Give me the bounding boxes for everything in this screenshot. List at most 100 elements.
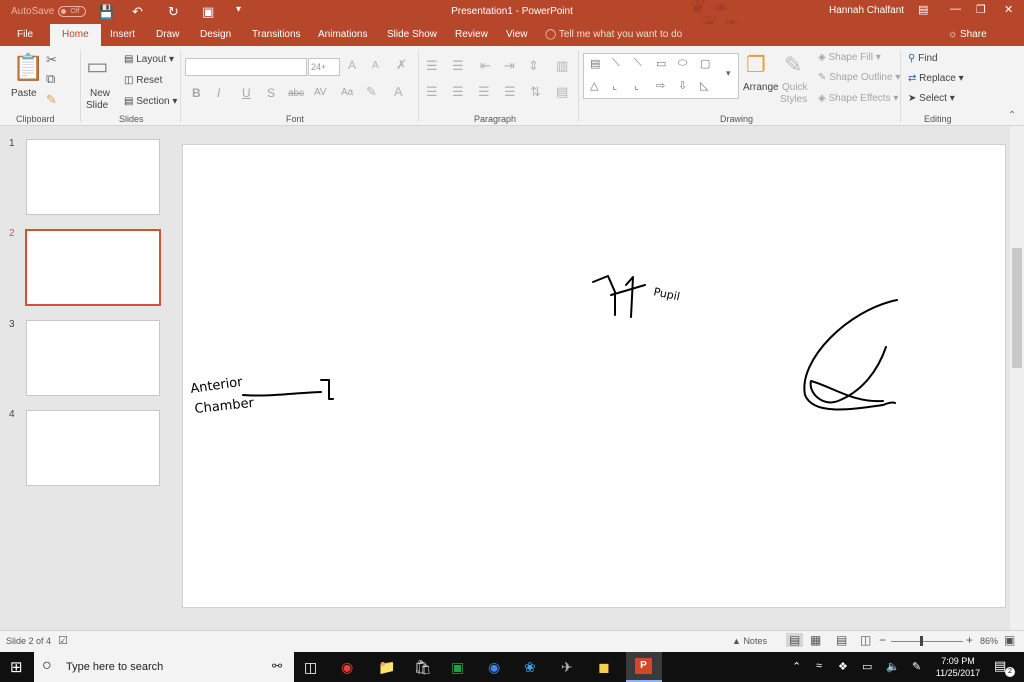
collapse-ribbon-icon[interactable]: ⌃ (1008, 110, 1016, 121)
paste-button[interactable]: Paste (11, 88, 37, 99)
tab-slide-show[interactable]: Slide Show (387, 29, 437, 40)
increase-indent-icon[interactable]: ⇥ (504, 58, 515, 74)
spellcheck-icon[interactable]: ☑ (58, 634, 68, 647)
tab-file[interactable]: File (17, 29, 33, 40)
section-button[interactable]: ▤ Section ▾ (124, 96, 177, 107)
reading-view-icon[interactable]: ▤ (836, 633, 847, 647)
tab-home[interactable]: Home (50, 24, 101, 46)
battery-icon[interactable]: ▭ (862, 660, 872, 673)
show-hidden-icons-icon[interactable]: ⌃ (792, 660, 801, 673)
bold-button[interactable]: B (192, 86, 201, 100)
line-spacing-icon[interactable]: ⇕ (528, 58, 539, 74)
powerpoint-taskbar-button[interactable]: P (626, 652, 662, 682)
slide-canvas[interactable]: Anterior Chamber Pupil (182, 144, 1006, 608)
numbering-icon[interactable]: ☰ (452, 58, 464, 74)
grow-font-icon[interactable]: A (348, 58, 356, 72)
ribbon-display-options-icon[interactable]: ▤ (918, 3, 928, 16)
tab-animations[interactable]: Animations (318, 29, 367, 40)
font-color-icon[interactable]: A (394, 84, 403, 99)
copy-icon[interactable]: ⧉ (46, 71, 55, 87)
close-icon[interactable]: ✕ (1004, 3, 1013, 16)
cut-icon[interactable]: ✂ (46, 52, 57, 68)
slide-thumbnail-2[interactable] (25, 229, 161, 306)
autosave-toggle[interactable]: Off (58, 6, 87, 17)
save-icon[interactable]: 💾 (98, 4, 114, 20)
bullets-icon[interactable]: ☰ (426, 58, 438, 74)
file-explorer-icon[interactable]: 📁 (378, 659, 395, 676)
volume-icon[interactable]: 🔈 (886, 660, 900, 673)
notes-button[interactable]: ▲ Notes (732, 636, 767, 646)
align-text-icon[interactable]: ▤ (556, 84, 568, 100)
rounded-rectangle-shape-icon[interactable]: ▢ (700, 57, 710, 70)
redo-icon[interactable]: ↻ (168, 4, 179, 20)
app-blue-icon[interactable]: ❀ (524, 659, 536, 676)
undo-icon[interactable]: ↶ (132, 4, 143, 20)
italic-button[interactable]: I (217, 86, 220, 100)
tab-view[interactable]: View (506, 29, 528, 40)
font-name-box[interactable] (185, 58, 307, 76)
google-icon[interactable]: ◉ (488, 659, 500, 676)
normal-view-icon[interactable]: ▤ (786, 633, 804, 647)
columns-icon[interactable]: ▥ (556, 58, 568, 74)
autosave-control[interactable]: AutoSave Off (11, 6, 87, 17)
store-icon[interactable]: 🛍 (414, 659, 432, 676)
font-size-box[interactable]: 24+ (308, 58, 340, 76)
shape-outline-button[interactable]: ✎ Shape Outline ▾ (818, 72, 900, 83)
maximize-icon[interactable]: ❐ (976, 3, 986, 16)
zoom-out-icon[interactable]: − (879, 633, 886, 647)
user-name[interactable]: Hannah Chalfant (829, 5, 904, 16)
select-button[interactable]: ➤ Select ▾ (908, 93, 955, 104)
sticky-notes-icon[interactable]: ◼ (598, 659, 610, 676)
strikethrough-button[interactable]: abc (288, 88, 304, 99)
minimize-icon[interactable]: — (950, 3, 961, 15)
down-arrow-shape-icon[interactable]: ⇩ (678, 79, 687, 92)
paste-icon[interactable]: 📋 (12, 52, 44, 83)
chrome-icon[interactable]: ◉ (341, 659, 353, 676)
scrollbar-thumb[interactable] (1012, 248, 1022, 368)
text-box-shape-icon[interactable]: ▤ (590, 57, 600, 70)
text-direction-icon[interactable]: ⇅ (530, 84, 541, 100)
taskbar-clock[interactable]: 7:09 PM 11/25/2017 (932, 655, 984, 679)
vertical-scrollbar[interactable] (1010, 126, 1024, 630)
windows-start-icon[interactable]: ⊞ (10, 658, 23, 676)
tell-me-box[interactable]: ◯ Tell me what you want to do (545, 29, 682, 40)
clear-formatting-icon[interactable]: ✗ (396, 57, 407, 73)
share-button[interactable]: ☼ Share (948, 29, 987, 40)
change-case-button[interactable]: Aa (341, 87, 353, 98)
start-from-beginning-icon[interactable]: ▣ (202, 4, 214, 20)
quick-styles-icon[interactable]: ✎ (784, 52, 802, 78)
quick-styles-label-2[interactable]: Styles (780, 94, 807, 105)
slide-thumbnail-4[interactable] (26, 410, 160, 486)
zoom-slider-thumb[interactable] (920, 636, 923, 646)
shrink-font-icon[interactable]: A (372, 60, 379, 71)
justify-icon[interactable]: ☰ (504, 84, 516, 100)
taskbar-search-box[interactable]: ○ Type here to search ⚯ (34, 652, 294, 682)
microphone-icon[interactable]: ⚯ (272, 659, 282, 673)
tab-draw[interactable]: Draw (156, 29, 179, 40)
new-slide-icon[interactable]: ▭ (86, 52, 109, 81)
new-slide-label-1[interactable]: New (90, 88, 110, 99)
shapes-gallery[interactable]: ▤ ⟍ ⟍ ▭ ⬭ ▢ △ ⌞ ⌞ ⇨ ⇩ ◺ (583, 53, 739, 99)
elbow-arrow-shape-icon[interactable]: ⌞ (634, 79, 639, 92)
zoom-level[interactable]: 86% (980, 636, 998, 646)
shape-fill-button[interactable]: ◈ Shape Fill ▾ (818, 52, 881, 63)
new-slide-label-2[interactable]: Slide (86, 100, 108, 111)
tab-design[interactable]: Design (200, 29, 231, 40)
arrange-button[interactable]: Arrange (743, 82, 779, 93)
slide-sorter-icon[interactable]: ▦ (810, 633, 821, 647)
arrange-icon[interactable]: ❐ (746, 52, 766, 78)
oval-shape-icon[interactable]: ⬭ (678, 57, 687, 70)
wifi-icon[interactable]: ≈ (816, 660, 822, 672)
right-arrow-shape-icon[interactable]: ⇨ (656, 79, 665, 92)
layout-button[interactable]: ▤ Layout ▾ (124, 54, 174, 65)
highlight-icon[interactable]: ✎ (366, 84, 377, 100)
character-spacing-button[interactable]: AV (314, 87, 327, 98)
format-painter-icon[interactable]: ✎ (46, 92, 57, 108)
find-button[interactable]: ⚲ Find (908, 53, 938, 64)
slide-thumbnail-1[interactable] (26, 139, 160, 215)
shadow-button[interactable]: S (267, 86, 275, 100)
replace-button[interactable]: ⇄ Replace ▾ (908, 73, 964, 84)
task-view-icon[interactable]: ◫ (304, 659, 317, 676)
shape-effects-button[interactable]: ◈ Shape Effects ▾ (818, 93, 898, 104)
underline-button[interactable]: U (242, 86, 251, 100)
